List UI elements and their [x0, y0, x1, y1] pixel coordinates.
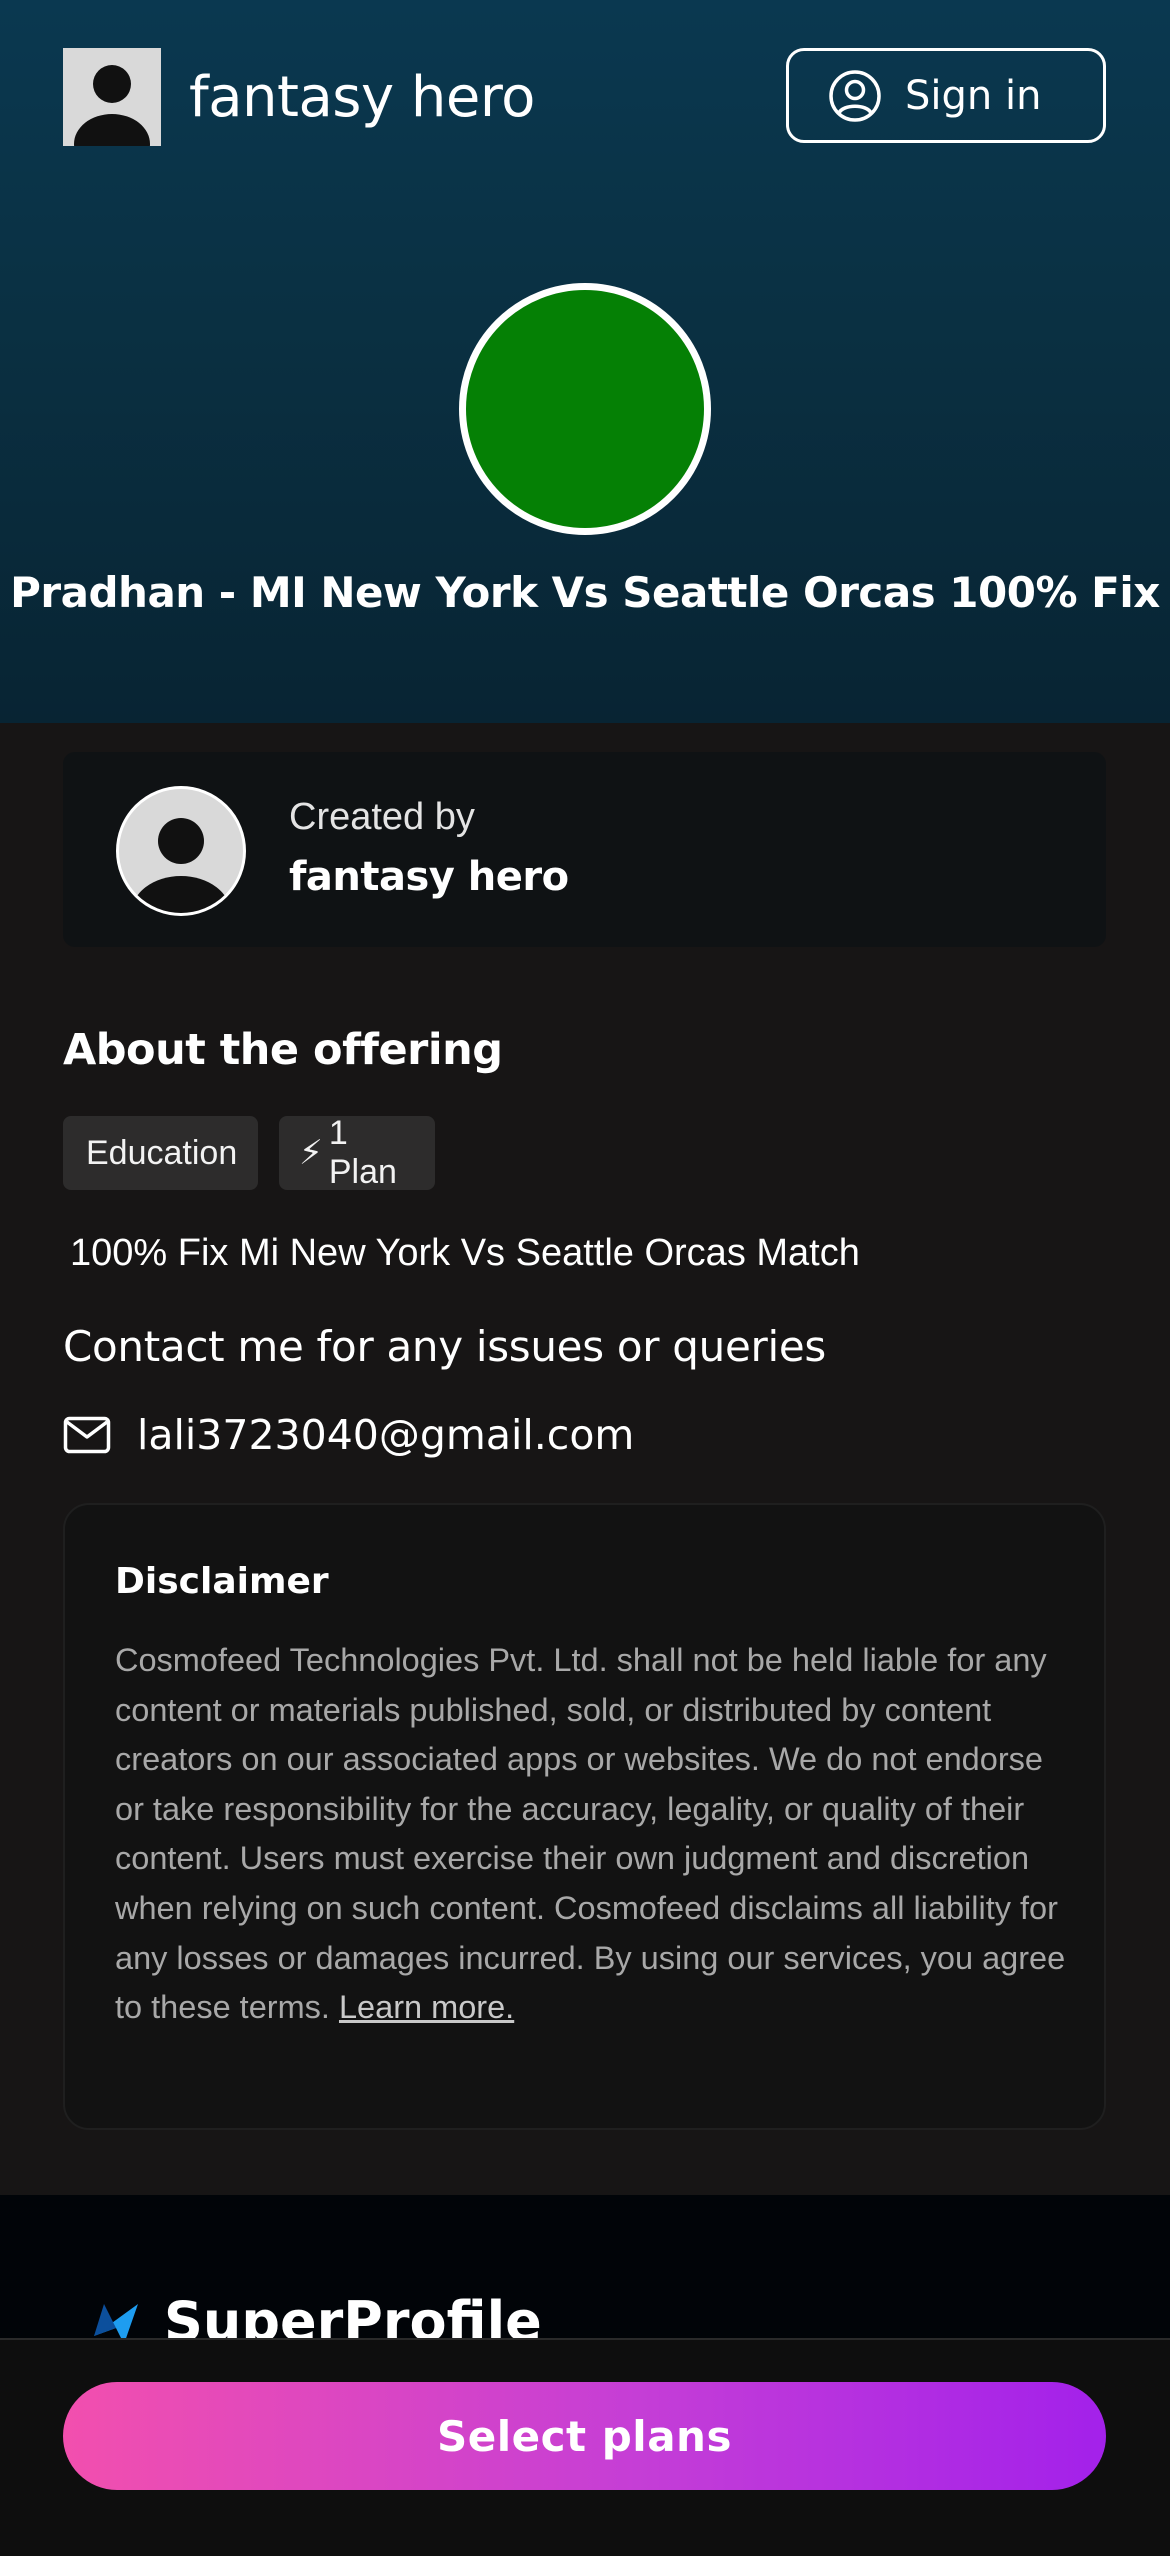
- creator-card[interactable]: Created by fantasy hero: [63, 752, 1106, 947]
- disclaimer-text: Cosmofeed Technologies Pvt. Ltd. shall n…: [115, 1642, 1066, 2026]
- brand[interactable]: fantasy hero: [63, 48, 535, 146]
- sign-in-label: Sign in: [905, 72, 1042, 119]
- brand-name: fantasy hero: [189, 64, 535, 130]
- sticky-cta-bar: Select plans: [0, 2338, 1170, 2556]
- category-tag: Education: [63, 1116, 258, 1190]
- contact-email[interactable]: lali3723040@gmail.com: [137, 1411, 634, 1459]
- category-tag-label: Education: [86, 1133, 238, 1172]
- mail-icon: [63, 1416, 111, 1454]
- creator-name: fantasy hero: [289, 854, 569, 900]
- learn-more-link[interactable]: Learn more.: [339, 1989, 514, 2025]
- offering-image: [459, 283, 711, 535]
- disclaimer-body: Cosmofeed Technologies Pvt. Ltd. shall n…: [115, 1636, 1075, 2033]
- plan-count-tag: ⚡ 1 Plan: [279, 1114, 435, 1191]
- page-title: Pradhan - MI New York Vs Seattle Orcas 1…: [10, 568, 1160, 617]
- disclaimer-title: Disclaimer: [115, 1561, 329, 1602]
- user-silhouette-icon: [74, 65, 150, 146]
- disclaimer-card: Disclaimer Cosmofeed Technologies Pvt. L…: [63, 1503, 1106, 2130]
- user-silhouette-icon: [131, 818, 231, 913]
- select-plans-button[interactable]: Select plans: [63, 2382, 1106, 2490]
- offering-description: 100% Fix Mi New York Vs Seattle Orcas Ma…: [70, 1232, 860, 1274]
- hero-banner: fantasy hero Sign in Pradhan - MI New Yo…: [0, 0, 1170, 723]
- about-heading: About the offering: [63, 1025, 503, 1075]
- brand-avatar: [63, 48, 161, 146]
- sign-in-button[interactable]: Sign in: [786, 48, 1106, 143]
- lightning-icon: ⚡: [299, 1134, 323, 1172]
- contact-heading: Contact me for any issues or queries: [63, 1322, 826, 1371]
- created-by-label: Created by: [289, 796, 475, 838]
- plan-count-label: 1 Plan: [328, 1114, 397, 1191]
- user-circle-icon: [829, 69, 881, 122]
- contact-email-row[interactable]: lali3723040@gmail.com: [63, 1405, 634, 1465]
- creator-avatar: [116, 786, 246, 916]
